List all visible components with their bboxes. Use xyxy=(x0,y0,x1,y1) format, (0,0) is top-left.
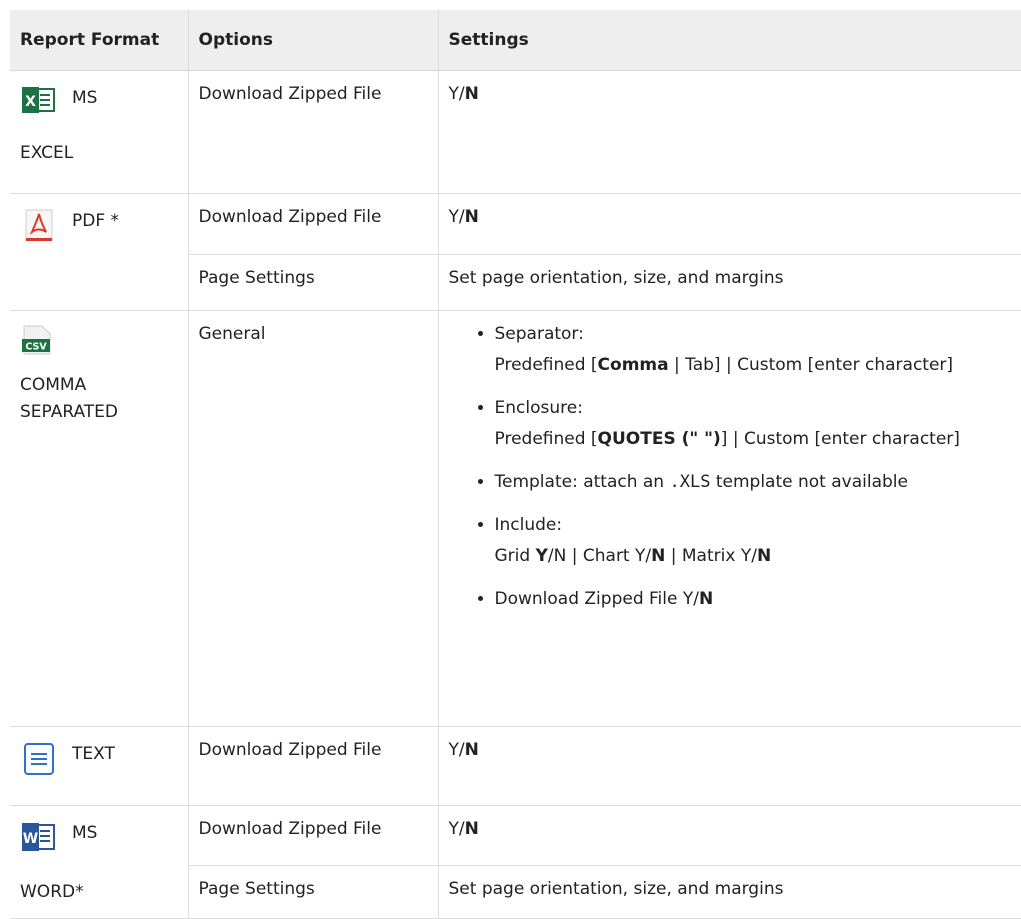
setting-download-excel: Y/N xyxy=(437,70,1021,194)
header-options: Options xyxy=(187,10,438,71)
option-page-settings-pdf: Page Settings xyxy=(187,254,438,311)
table-row-pdf: PDF * Download Zipped File Y/N xyxy=(10,193,1021,311)
header-report-format: Report Format xyxy=(10,10,188,71)
format-cell-pdf: PDF * xyxy=(10,193,188,311)
list-item-template: Template: attach an .XLS template not av… xyxy=(495,467,1012,498)
svg-text:W: W xyxy=(23,831,38,847)
text-file-icon xyxy=(20,739,58,786)
svg-text:CSV: CSV xyxy=(25,342,47,353)
format-cell-csv: CSV COMMA SEPARATED xyxy=(10,310,188,727)
table-row-text: TEXT Download Zipped File Y/N xyxy=(10,726,1021,806)
format-name-csv-1: COMMA xyxy=(20,375,87,395)
list-item-separator: Separator: Predefined [Comma | Tab] | Cu… xyxy=(495,319,1012,381)
setting-download-pdf: Y/N xyxy=(437,193,1021,255)
list-item-download-zipped: Download Zipped File Y/N xyxy=(495,584,1012,615)
setting-page-settings-word: Set page orientation, size, and margins xyxy=(437,865,1021,919)
format-name-text: TEXT xyxy=(72,744,115,764)
list-item-include: Include: Grid Y/N | Chart Y/N | Matrix Y… xyxy=(495,510,1012,572)
table-row-excel: X MS EXCEL Download Zipped File Y/N xyxy=(10,70,1021,194)
settings-general-csv: Separator: Predefined [Comma | Tab] | Cu… xyxy=(437,310,1021,727)
format-cell-word: W MS WORD* xyxy=(10,805,188,919)
svg-text:X: X xyxy=(25,94,36,110)
report-format-table: Report Format Options Settings X MS EXCE… xyxy=(10,10,1021,919)
format-name-csv-2: SEPARATED xyxy=(20,402,118,422)
excel-icon: X xyxy=(20,83,58,126)
word-icon: W xyxy=(20,818,58,865)
setting-download-text: Y/N xyxy=(437,726,1021,806)
option-general-csv: General xyxy=(187,310,438,727)
csv-icon: CSV xyxy=(20,323,54,366)
header-settings: Settings xyxy=(437,10,1021,71)
table-header-row: Report Format Options Settings xyxy=(10,10,1021,71)
format-name-pdf: PDF * xyxy=(72,211,120,231)
format-cell-text: TEXT xyxy=(10,726,188,806)
table-row-csv: CSV COMMA SEPARATED General Separator: P… xyxy=(10,310,1021,727)
format-name-word-2: WORD* xyxy=(20,882,84,902)
option-download-zipped-text: Download Zipped File xyxy=(187,726,438,806)
option-download-zipped-word: Download Zipped File xyxy=(187,805,438,866)
format-cell-excel: X MS EXCEL xyxy=(10,70,188,194)
table-row-word: W MS WORD* Download Zipped File Y/N xyxy=(10,805,1021,919)
format-name-excel-2: EXCEL xyxy=(20,143,74,163)
setting-page-settings-pdf: Set page orientation, size, and margins xyxy=(437,254,1021,311)
setting-download-word: Y/N xyxy=(437,805,1021,866)
option-page-settings-word: Page Settings xyxy=(187,865,438,919)
format-name-excel: MS xyxy=(72,88,98,108)
list-item-enclosure: Enclosure: Predefined [QUOTES (" ")] | C… xyxy=(495,393,1012,455)
format-name-word: MS xyxy=(72,823,98,843)
pdf-icon xyxy=(20,206,58,253)
csv-settings-list: Separator: Predefined [Comma | Tab] | Cu… xyxy=(471,319,1012,615)
option-download-zipped-excel: Download Zipped File xyxy=(187,70,438,194)
option-download-zipped-pdf: Download Zipped File xyxy=(187,193,438,255)
